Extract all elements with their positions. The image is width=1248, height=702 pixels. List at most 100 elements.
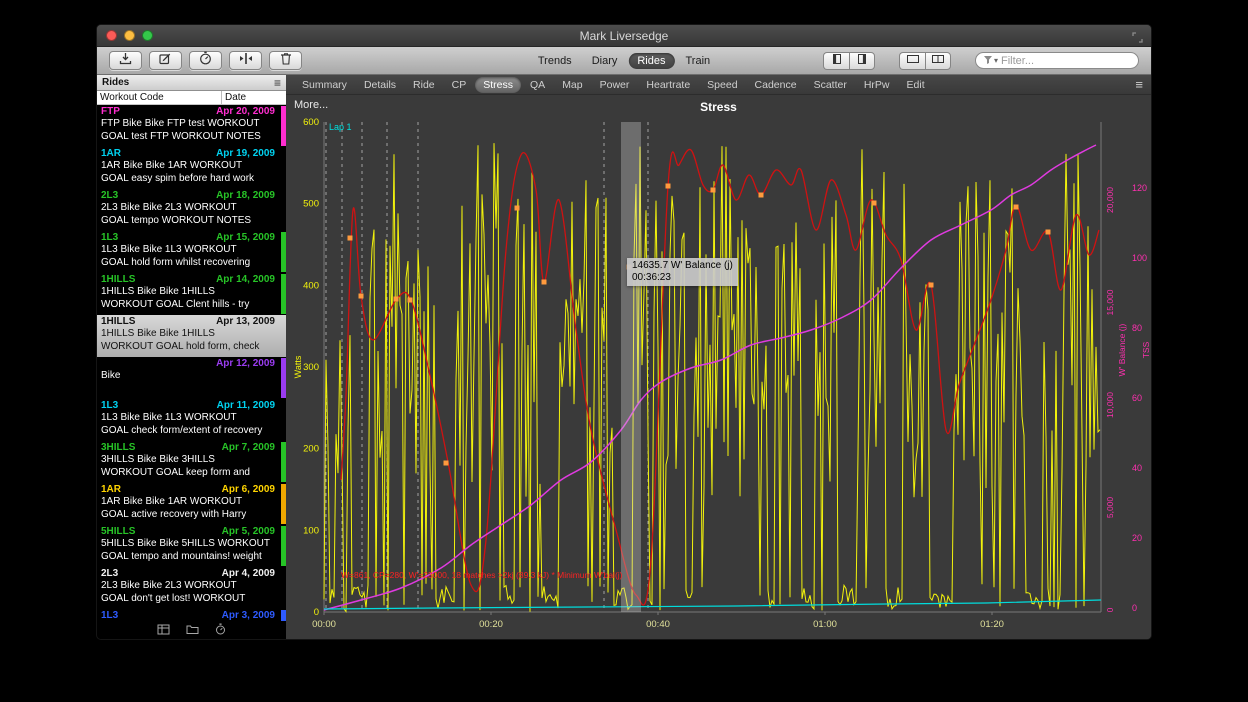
svg-text:01:00: 01:00 bbox=[813, 619, 837, 630]
single-pane-button[interactable] bbox=[899, 52, 925, 70]
chart-tab-hrpw[interactable]: HrPw bbox=[856, 77, 898, 93]
import-ride-button[interactable] bbox=[109, 51, 142, 70]
split-pane-button[interactable] bbox=[925, 52, 951, 70]
ride-list-item[interactable]: Apr 12, 2009Bike bbox=[97, 357, 286, 399]
ride-workout-code: 1L3 bbox=[101, 400, 118, 411]
ride-description-line: GOAL hold form whilst recovering bbox=[101, 256, 275, 269]
ride-list-item[interactable]: 1L3Apr 11, 20091L3 Bike Bike 1L3 WORKOUT… bbox=[97, 399, 286, 441]
close-button[interactable] bbox=[106, 30, 117, 41]
ride-workout-code: 1AR bbox=[101, 148, 121, 159]
intervals-button[interactable] bbox=[229, 51, 262, 70]
chart-tab-speed[interactable]: Speed bbox=[699, 77, 745, 93]
ride-list-item[interactable]: 1L3Apr 3, 2009 bbox=[97, 609, 286, 621]
toolbar: TrendsDiaryRidesTrain bbox=[97, 47, 1151, 75]
toggle-sidebar-button[interactable] bbox=[823, 52, 849, 70]
chart-panel: SummaryDetailsRideCPStressQAMapPowerHear… bbox=[286, 75, 1151, 640]
svg-text:W' Balance (j): W' Balance (j) bbox=[1117, 324, 1127, 377]
chart-tab-summary[interactable]: Summary bbox=[294, 77, 355, 93]
fullscreen-icon[interactable] bbox=[1132, 30, 1143, 48]
tooltip-value: 14635.7 W' Balance (j) bbox=[632, 260, 733, 272]
ride-item-header: 5HILLSApr 5, 2009 bbox=[101, 526, 275, 537]
ride-date: Apr 3, 2009 bbox=[222, 610, 275, 621]
ride-date: Apr 5, 2009 bbox=[222, 526, 275, 537]
chart-tab-qa[interactable]: QA bbox=[522, 77, 553, 93]
ride-item-header: Apr 12, 2009 bbox=[101, 358, 275, 369]
ride-date: Apr 6, 2009 bbox=[222, 484, 275, 495]
tooltip-time: 00:36:23 bbox=[632, 272, 733, 284]
ride-list-item[interactable]: 1L3 Apr 15, 20091L3 Bike Bike 1L3 WORKOUT… bbox=[97, 231, 286, 273]
view-tab-trends[interactable]: Trends bbox=[529, 53, 581, 69]
ride-description-line: WORKOUT GOAL hold form, check bbox=[101, 340, 275, 353]
column-date[interactable]: Date bbox=[222, 91, 286, 104]
ride-item-header: 1HILLSApr 14, 2009 bbox=[101, 274, 275, 285]
chart-tab-details[interactable]: Details bbox=[356, 77, 404, 93]
chart-tab-heartrate[interactable]: Heartrate bbox=[638, 77, 698, 93]
chart-tab-map[interactable]: Map bbox=[554, 77, 590, 93]
svg-text:120: 120 bbox=[1132, 183, 1147, 193]
stopwatch-icon bbox=[199, 51, 212, 70]
ride-list-item[interactable]: 1ARApr 6, 20091AR Bike Bike 1AR WORKOUTG… bbox=[97, 483, 286, 525]
filter-field[interactable]: ▾ bbox=[975, 52, 1139, 69]
ride-list-item[interactable]: 2L3Apr 18, 20092L3 Bike Bike 2L3 WORKOUT… bbox=[97, 189, 286, 231]
view-tab-rides[interactable]: Rides bbox=[628, 53, 674, 69]
ride-description-line: 2L3 Bike Bike 2L3 WORKOUT bbox=[101, 201, 275, 214]
ride-description-line: 1L3 Bike Bike 1L3 WORKOUT bbox=[101, 243, 275, 256]
sidebar-title: Rides bbox=[102, 77, 129, 88]
zoom-button[interactable] bbox=[142, 30, 153, 41]
ride-workout-code: 1L3 bbox=[101, 232, 118, 243]
panel-right-icon bbox=[856, 52, 868, 70]
compose-icon bbox=[159, 52, 172, 70]
layout-grid-icon[interactable] bbox=[157, 622, 170, 640]
svg-text:60: 60 bbox=[1132, 393, 1142, 403]
ride-list-item[interactable]: 1ARApr 19, 20091AR Bike Bike 1AR WORKOUT… bbox=[97, 147, 286, 189]
view-tabs: TrendsDiaryRidesTrain bbox=[529, 53, 719, 69]
single-pane-icon bbox=[906, 52, 920, 70]
ride-list-item[interactable]: 2L3Apr 4, 20092L3 Bike Bike 2L3 WORKOUTG… bbox=[97, 567, 286, 609]
manual-entry-button[interactable] bbox=[149, 51, 182, 70]
ride-list-item[interactable]: 1HILLSApr 13, 20091HILLS Bike Bike 1HILL… bbox=[97, 315, 286, 357]
svg-text:100: 100 bbox=[1132, 253, 1147, 263]
view-tab-diary[interactable]: Diary bbox=[583, 53, 627, 69]
chart-menu-icon[interactable]: ≡ bbox=[1135, 77, 1143, 92]
ride-date: Apr 18, 2009 bbox=[216, 190, 275, 201]
sidebar-menu-icon[interactable]: ≡ bbox=[274, 78, 281, 88]
column-workout-code[interactable]: Workout Code bbox=[97, 91, 222, 104]
ride-description-line: GOAL tempo and mountains! weight bbox=[101, 550, 275, 563]
stopwatch-button[interactable] bbox=[189, 51, 222, 70]
minimize-button[interactable] bbox=[124, 30, 135, 41]
ride-list-item[interactable]: 5HILLSApr 5, 20095HILLS Bike Bike 5HILLS… bbox=[97, 525, 286, 567]
split-pane-icon bbox=[931, 52, 945, 70]
timer-icon[interactable] bbox=[215, 622, 226, 640]
ride-list-item[interactable]: 3HILLSApr 7, 20093HILLS Bike Bike 3HILLS… bbox=[97, 441, 286, 483]
ride-description-line: GOAL active recovery with Harry bbox=[101, 508, 275, 521]
chart-tab-power[interactable]: Power bbox=[592, 77, 638, 93]
svg-text:TSS: TSS bbox=[1141, 341, 1151, 358]
main-content: Rides ≡ Workout Code Date FTPApr 20, 200… bbox=[97, 75, 1151, 640]
intervals-icon bbox=[239, 52, 253, 70]
chart-tab-edit[interactable]: Edit bbox=[899, 77, 933, 93]
ride-item-header: 1L3 Apr 15, 2009 bbox=[101, 232, 275, 243]
ride-date: Apr 15, 2009 bbox=[216, 232, 275, 243]
sidebar-toggle-group bbox=[823, 52, 875, 70]
svg-text:10,000: 10,000 bbox=[1105, 392, 1115, 418]
ride-list-item[interactable]: 1HILLSApr 14, 20091HILLS Bike Bike 1HILL… bbox=[97, 273, 286, 315]
chart-tab-ride[interactable]: Ride bbox=[405, 77, 443, 93]
ride-list-item[interactable]: FTPApr 20, 2009FTP Bike Bike FTP test WO… bbox=[97, 105, 286, 147]
ride-description-line: GOAL don't get lost! WORKOUT bbox=[101, 592, 275, 605]
ride-description-line: 1HILLS Bike Bike 1HILLS bbox=[101, 285, 275, 298]
chart-tab-cadence[interactable]: Cadence bbox=[747, 77, 805, 93]
chart-tab-scatter[interactable]: Scatter bbox=[806, 77, 855, 93]
chart-tab-cp[interactable]: CP bbox=[444, 77, 475, 93]
svg-text:600: 600 bbox=[303, 117, 319, 128]
ride-description-line: 1AR Bike Bike 1AR WORKOUT bbox=[101, 159, 275, 172]
filter-input[interactable] bbox=[1001, 55, 1131, 67]
ride-description-line: GOAL test FTP WORKOUT NOTES bbox=[101, 130, 275, 143]
delete-ride-button[interactable] bbox=[269, 51, 302, 70]
ride-description-line: 1L3 Bike Bike 1L3 WORKOUT bbox=[101, 411, 275, 424]
stress-chart-svg[interactable]: 6005004003002001000Watts20,00015,00010,0… bbox=[286, 95, 1152, 640]
view-tab-train[interactable]: Train bbox=[676, 53, 719, 69]
toggle-compare-button[interactable] bbox=[849, 52, 875, 70]
chart-tab-stress[interactable]: Stress bbox=[475, 77, 521, 93]
folder-icon[interactable] bbox=[186, 622, 199, 640]
chart-tooltip: 14635.7 W' Balance (j) 00:36:23 bbox=[627, 258, 738, 286]
